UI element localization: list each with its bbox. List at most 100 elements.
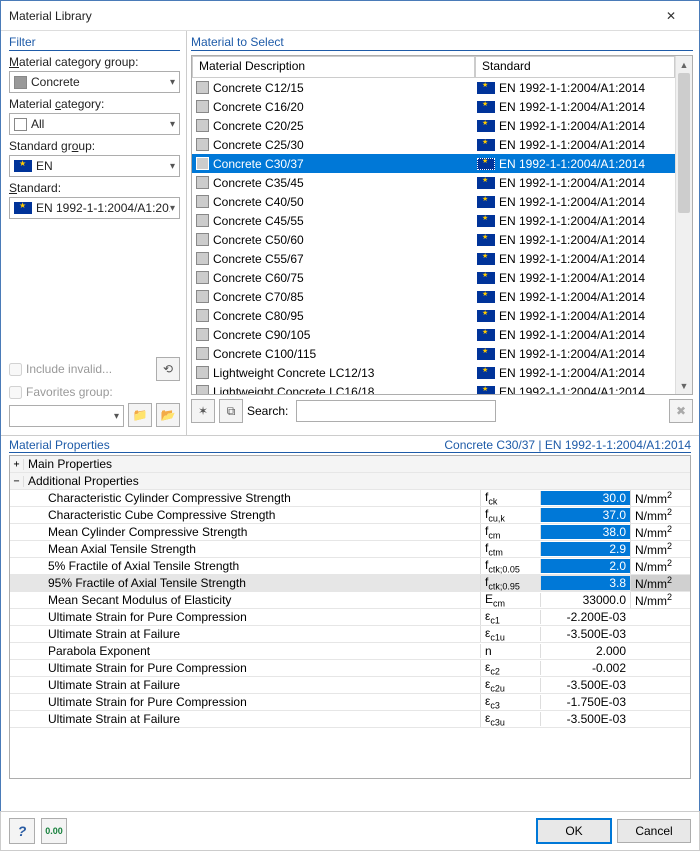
prop-label: Ultimate Strain at Failure [24,627,480,641]
scrollbar[interactable]: ▲ ▼ [675,56,692,394]
ok-button[interactable]: OK [537,819,611,843]
prop-symbol: fctm [480,541,540,557]
scroll-up-icon[interactable]: ▲ [676,56,692,73]
help-button[interactable]: ? [9,818,35,844]
open-folder-button[interactable]: 📂 [156,403,180,427]
material-desc: Concrete C20/25 [213,119,304,133]
property-row[interactable]: Ultimate Strain at Failureεc2u-3.500E-03 [10,677,690,694]
property-row[interactable]: Ultimate Strain for Pure Compressionεc2-… [10,660,690,677]
refresh-button[interactable]: ⟲ [156,357,180,381]
table-row[interactable]: Concrete C30/37EN 1992-1-1:2004/A1:2014 [192,154,675,173]
prop-unit: N/mm2 [630,541,690,557]
material-desc: Concrete C30/37 [213,157,304,171]
table-row[interactable]: Concrete C50/60EN 1992-1-1:2004/A1:2014 [192,230,675,249]
table-row[interactable]: Concrete C80/95EN 1992-1-1:2004/A1:2014 [192,306,675,325]
eu-flag-icon [477,291,495,303]
standard-group-combo[interactable]: EN ▾ [9,155,180,177]
standard-combo[interactable]: EN 1992-1-1:2004/A1:201 ▾ [9,197,180,219]
prop-label: Ultimate Strain for Pure Compression [24,610,480,624]
property-row[interactable]: Ultimate Strain at Failureεc1u-3.500E-03 [10,626,690,643]
category-group-combo[interactable]: Concrete ▾ [9,71,180,93]
eu-flag-icon [477,253,495,265]
property-row[interactable]: Mean Cylinder Compressive Strengthfcm38.… [10,524,690,541]
prop-value: -3.500E-03 [540,627,630,641]
table-row[interactable]: Concrete C100/115EN 1992-1-1:2004/A1:201… [192,344,675,363]
new-material-button[interactable]: ✶ [191,399,215,423]
col-description[interactable]: Material Description [192,56,475,78]
search-input[interactable] [296,400,496,422]
favorites-checkbox[interactable] [9,386,22,399]
footer: ? 0.00 OK Cancel [0,811,700,851]
table-row[interactable]: Concrete C40/50EN 1992-1-1:2004/A1:2014 [192,192,675,211]
property-row[interactable]: Characteristic Cube Compressive Strength… [10,507,690,524]
cancel-button[interactable]: Cancel [617,819,691,843]
prop-value: 2.000 [540,644,630,658]
chevron-down-icon: ▾ [170,203,175,214]
col-standard[interactable]: Standard [475,56,675,78]
material-desc: Concrete C45/55 [213,214,304,228]
category-combo[interactable]: All ▾ [9,113,180,135]
prop-label: Ultimate Strain at Failure [24,712,480,726]
material-std: EN 1992-1-1:2004/A1:2014 [499,138,645,152]
main-properties-header[interactable]: +Main Properties [10,456,690,473]
material-std: EN 1992-1-1:2004/A1:2014 [499,119,645,133]
material-icon [196,271,209,284]
property-row[interactable]: Ultimate Strain for Pure Compressionεc1-… [10,609,690,626]
chevron-down-icon: ▾ [170,161,175,172]
table-row[interactable]: Concrete C55/67EN 1992-1-1:2004/A1:2014 [192,249,675,268]
select-panel: Material to Select Material Description … [186,31,699,435]
table-row[interactable]: Concrete C25/30EN 1992-1-1:2004/A1:2014 [192,135,675,154]
close-button[interactable]: ✕ [651,4,691,28]
property-row[interactable]: Mean Secant Modulus of ElasticityEcm3300… [10,592,690,609]
table-row[interactable]: Concrete C35/45EN 1992-1-1:2004/A1:2014 [192,173,675,192]
all-icon [14,118,27,131]
scroll-thumb[interactable] [678,73,690,213]
titlebar: Material Library ✕ [1,1,699,31]
material-std: EN 1992-1-1:2004/A1:2014 [499,176,645,190]
eu-flag-icon [14,160,32,172]
table-row[interactable]: Concrete C12/15EN 1992-1-1:2004/A1:2014 [192,78,675,97]
material-std: EN 1992-1-1:2004/A1:2014 [499,233,645,247]
scroll-down-icon[interactable]: ▼ [676,377,692,394]
property-row[interactable]: Parabola Exponentn2.000 [10,643,690,660]
material-icon [196,81,209,94]
property-row[interactable]: 95% Fractile of Axial Tensile Strengthfc… [10,575,690,592]
favorites-combo[interactable]: ▾ [9,405,124,427]
delete-button[interactable]: ✖ [669,399,693,423]
eu-flag-icon [477,329,495,341]
eu-flag-icon [477,139,495,151]
prop-label: Mean Secant Modulus of Elasticity [24,593,480,607]
new-folder-button[interactable]: 📁 [128,403,152,427]
include-invalid-checkbox[interactable] [9,363,22,376]
table-row[interactable]: Concrete C20/25 EN 1992-1-1:2004/A1:2014 [192,116,675,135]
property-row[interactable]: Characteristic Cylinder Compressive Stre… [10,490,690,507]
material-icon [196,100,209,113]
precision-button[interactable]: 0.00 [41,818,67,844]
table-row[interactable]: Concrete C16/20EN 1992-1-1:2004/A1:2014 [192,97,675,116]
prop-label: Parabola Exponent [24,644,480,658]
property-row[interactable]: Ultimate Strain at Failureεc3u-3.500E-03 [10,711,690,728]
table-row[interactable]: Concrete C45/55 EN 1992-1-1:2004/A1:2014 [192,211,675,230]
prop-value: 37.0 [540,508,630,522]
additional-properties-header[interactable]: −Additional Properties [10,473,690,490]
table-row[interactable]: Concrete C60/75EN 1992-1-1:2004/A1:2014 [192,268,675,287]
material-std: EN 1992-1-1:2004/A1:2014 [499,214,645,228]
material-std: EN 1992-1-1:2004/A1:2014 [499,195,645,209]
prop-label: Ultimate Strain for Pure Compression [24,661,480,675]
eu-flag-icon [477,196,495,208]
property-row[interactable]: Ultimate Strain for Pure Compressionεc3-… [10,694,690,711]
material-icon [196,119,209,132]
table-row[interactable]: Concrete C90/105EN 1992-1-1:2004/A1:2014 [192,325,675,344]
table-row[interactable]: Concrete C70/85EN 1992-1-1:2004/A1:2014 [192,287,675,306]
properties-table: +Main Properties −Additional Properties … [9,455,691,779]
property-row[interactable]: Mean Axial Tensile Strengthfctm2.9N/mm2 [10,541,690,558]
eu-flag-icon [477,158,495,170]
table-row[interactable]: Lightweight Concrete LC16/18EN 1992-1-1:… [192,382,675,394]
material-desc: Concrete C70/85 [213,290,304,304]
table-row[interactable]: Lightweight Concrete LC12/13EN 1992-1-1:… [192,363,675,382]
property-row[interactable]: 5% Fractile of Axial Tensile Strengthfct… [10,558,690,575]
copy-button[interactable]: ⧉ [219,399,243,423]
prop-value: -0.002 [540,661,630,675]
eu-flag-icon [477,101,495,113]
chevron-down-icon: ▾ [170,119,175,130]
